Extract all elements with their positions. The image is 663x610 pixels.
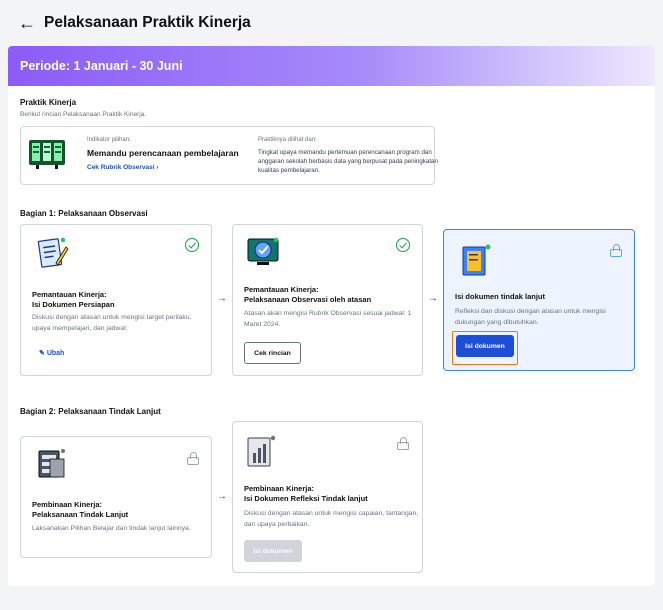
card-observasi[interactable]: Pemantauan Kinerja: Pelaksanaan Observasi… (232, 224, 423, 376)
card-persiapan[interactable]: Pemantauan Kinerja: Isi Dokumen Persiapan… (20, 224, 212, 376)
card-pelaksanaan-tindak-lanjut[interactable]: Pembinaan Kinerja: Pelaksanaan Tindak Lan… (20, 436, 212, 558)
card-title: Pembinaan Kinerja: Pelaksanaan Tindak Lan… (32, 500, 129, 519)
checklist-icon (38, 449, 65, 478)
check-details-button[interactable]: Cek rincian (244, 342, 301, 364)
card-title: Pemantauan Kinerja: Isi Dokumen Persiapan (32, 290, 115, 309)
chevron-right-icon: › (156, 164, 159, 171)
card-description: Laksanakan Pilihan Belajar dan tindak la… (32, 525, 191, 532)
check-circle-icon (396, 238, 410, 252)
arrow-right-icon: → (217, 293, 227, 304)
arrow-left-icon[interactable]: ← (18, 13, 36, 34)
arrow-right-icon: → (428, 293, 438, 304)
lock-icon (610, 244, 622, 257)
card-description: Atasan akan mengisi Rubrik Observasi ses… (244, 310, 412, 328)
page-header: ← Pelaksanaan Praktik Kinerja (0, 0, 663, 46)
practice-subtitle: Berikut rincian Pelaksanaan Praktik Kine… (20, 111, 147, 118)
pencil-icon: ✎ (39, 350, 45, 357)
section2-title: Bagian 2: Pelaksanaan Tindak Lanjut (20, 407, 161, 416)
card-description: Diskusi dengan atasan untuk mengisi targ… (32, 314, 192, 332)
document-edit-icon (37, 237, 69, 268)
indicator-label: Indikator pilihan: (87, 137, 131, 143)
card-tindak-lanjut[interactable]: Isi dokumen tindak lanjut Refleksi dan d… (443, 229, 635, 371)
card-refleksi-tindak-lanjut[interactable]: Pembinaan Kinerja: Isi Dokumen Refleksi T… (232, 421, 423, 573)
card-description: Diskusi dengan atasan untuk mengisi capa… (244, 510, 419, 528)
document-fill-icon (462, 244, 491, 276)
arrow-right-icon: → (217, 491, 227, 502)
rubric-link[interactable]: Cek Rubrik Observasi › (87, 164, 159, 171)
card-description: Refleksi dan diskusi dengan atasan untuk… (455, 308, 606, 326)
monitor-check-icon (247, 237, 279, 265)
edit-link[interactable]: ✎ Ubah (39, 349, 64, 357)
period-banner: Periode: 1 Januari - 30 Juni (8, 46, 655, 86)
main-card: Periode: 1 Januari - 30 Juni Praktik Kin… (8, 46, 655, 586)
report-chart-icon (247, 435, 276, 467)
board-icon (29, 140, 65, 169)
card-title: Isi dokumen tindak lanjut (455, 292, 546, 301)
section1-title: Bagian 1: Pelaksanaan Observasi (20, 209, 148, 218)
page-title: Pelaksanaan Praktik Kinerja (44, 14, 251, 31)
fill-document-button[interactable]: Isi dokumen (456, 335, 514, 357)
card-title: Pemantauan Kinerja: Pelaksanaan Observasi… (244, 285, 372, 304)
practice-title: Praktik Kinerja (20, 98, 77, 107)
check-circle-icon (185, 238, 199, 252)
indicator-value: Memandu perencanaan pembelajaran (87, 148, 239, 158)
lock-icon (397, 437, 409, 450)
seen-label: Praktiknya dilihat dari: (258, 137, 317, 143)
period-label: Periode: 1 Januari - 30 Juni (20, 59, 183, 73)
lock-icon (187, 452, 199, 465)
seen-description: Tingkat upaya memandu pertemuan perencan… (258, 149, 438, 174)
fill-document-button-disabled: Isi dokumen (244, 540, 302, 562)
indicator-box: Indikator pilihan: Memandu perencanaan p… (20, 126, 438, 185)
card-title: Pembinaan Kinerja: Isi Dokumen Refleksi T… (244, 484, 368, 503)
